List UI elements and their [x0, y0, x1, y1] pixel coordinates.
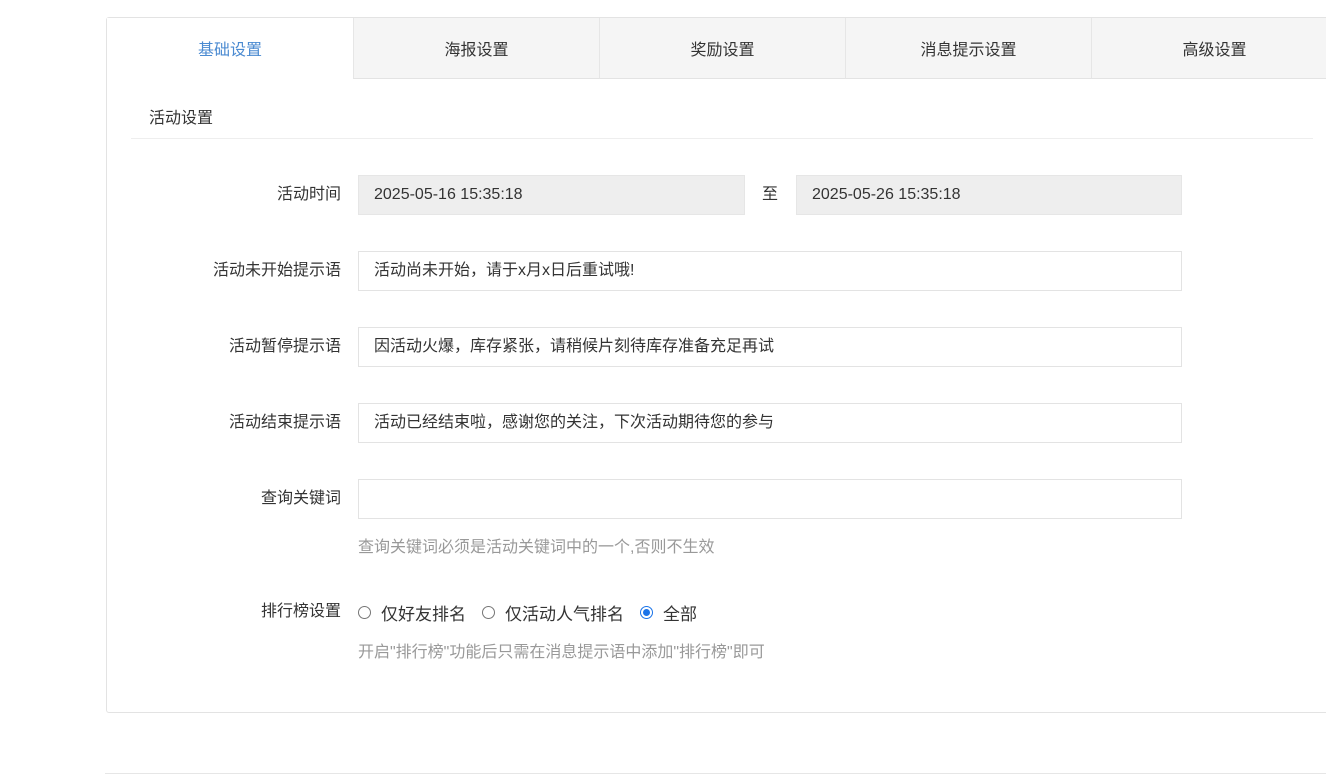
tab-message-settings[interactable]: 消息提示设置 [845, 18, 1091, 79]
tab-bar: 基础设置 海报设置 奖励设置 消息提示设置 高级设置 [107, 18, 1326, 79]
section-title: 活动设置 [131, 98, 1313, 139]
time-separator: 至 [762, 186, 779, 203]
not-started-message-input[interactable]: 活动尚未开始，请于x月x日后重试哦! [358, 251, 1182, 291]
radio-friends-only[interactable] [358, 605, 371, 619]
radio-popularity-only[interactable] [482, 605, 495, 619]
tab-poster-settings[interactable]: 海报设置 [353, 18, 599, 79]
footer-divider [105, 773, 1326, 774]
radio-all[interactable] [640, 605, 653, 619]
radio-popularity-only-label: 仅活动人气排名 [505, 604, 624, 624]
query-keyword-label: 查询关键词 [260, 490, 341, 507]
paused-message-input[interactable]: 因活动火爆，库存紧张，请稍候片刻待库存准备充足再试 [358, 327, 1182, 367]
start-time-input[interactable]: 2025-05-16 15:35:18 [358, 175, 745, 215]
ranking-option-popularity[interactable]: 仅活动人气排名 [482, 600, 624, 625]
query-keyword-input[interactable] [358, 479, 1182, 519]
tab-reward-settings[interactable]: 奖励设置 [599, 18, 845, 79]
query-keyword-help: 查询关键词必须是活动关键词中的一个,否则不生效 [358, 539, 715, 556]
ranking-option-all[interactable]: 全部 [640, 600, 697, 625]
ranking-settings-label: 排行榜设置 [260, 603, 341, 620]
ended-message-input[interactable]: 活动已经结束啦，感谢您的关注，下次活动期待您的参与 [358, 403, 1182, 443]
end-time-input[interactable]: 2025-05-26 15:35:18 [796, 175, 1182, 215]
ranking-option-friends[interactable]: 仅好友排名 [358, 600, 466, 625]
ended-message-label: 活动结束提示语 [228, 414, 341, 431]
paused-message-label: 活动暂停提示语 [228, 338, 341, 355]
activity-time-label: 活动时间 [276, 186, 341, 203]
radio-friends-only-label: 仅好友排名 [381, 604, 466, 624]
settings-panel: 基础设置 海报设置 奖励设置 消息提示设置 高级设置 活动设置 活动时间 202… [106, 17, 1326, 713]
tab-basic-settings[interactable]: 基础设置 [107, 18, 353, 79]
tab-advanced-settings[interactable]: 高级设置 [1091, 18, 1326, 79]
not-started-message-label: 活动未开始提示语 [212, 262, 341, 279]
ranking-help: 开启"排行榜"功能后只需在消息提示语中添加"排行榜"即可 [358, 644, 765, 661]
ranking-radio-group: 仅好友排名 仅活动人气排名 全部 [358, 600, 713, 624]
radio-all-label: 全部 [663, 604, 697, 624]
